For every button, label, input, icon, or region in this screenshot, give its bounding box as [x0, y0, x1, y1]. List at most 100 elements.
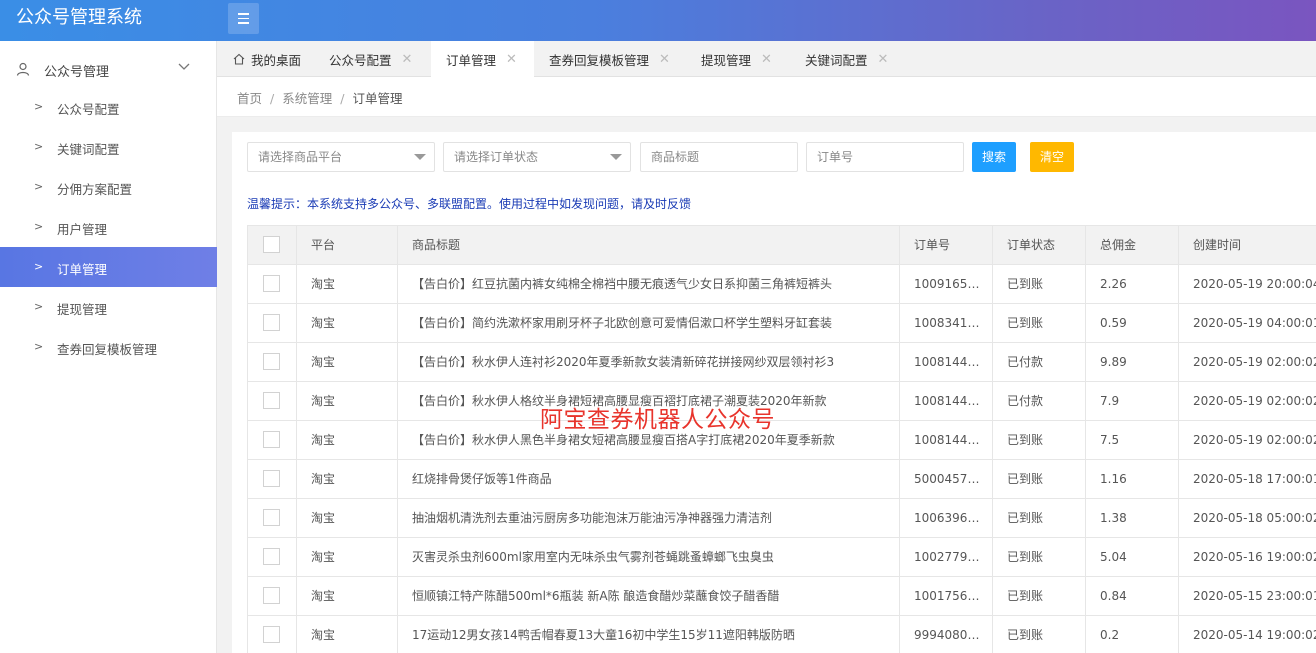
cell-created: 2020-05-19 02:00:02 [1193, 433, 1316, 447]
row-checkbox[interactable] [248, 577, 297, 616]
cell-order-no: 1008144… [900, 421, 993, 460]
user-icon [16, 62, 30, 76]
header-status: 订单状态 [993, 226, 1086, 265]
sidebar-item-label: 用户管理 [57, 222, 108, 237]
sidebar-item-withdraw-management[interactable]: > 提现管理 [0, 287, 217, 327]
table-row: 淘宝 【告白价】秋水伊人格纹半身裙短裙高腰显瘦百褶打底裙子潮夏装2020年新款 10… [248, 382, 1316, 421]
header-title: 商品标题 [398, 226, 900, 265]
tab-label: 订单管理 [446, 52, 497, 68]
row-checkbox[interactable] [248, 616, 297, 653]
table-row: 淘宝 【告白价】秋水伊人连衬衫2020年夏季新款女装清新碎花拼接网纱双层领衬衫3 1… [248, 343, 1316, 382]
tab-order-management[interactable]: 订单管理 ✕ [431, 41, 534, 77]
tab-bar: 我的桌面 公众号配置 ✕ 订单管理 ✕ 查券回复模板管理 ✕ 提现管理 ✕ 关键… [217, 41, 1316, 77]
sidebar-group-wechat-management[interactable]: 公众号管理 [0, 51, 217, 87]
row-checkbox[interactable] [248, 343, 297, 382]
cell-status: 已到账 [993, 421, 1086, 460]
cell-created: 2020-05-18 17:00:01 [1193, 472, 1316, 486]
cell-status: 已到账 [993, 499, 1086, 538]
tab-coupon-template[interactable]: 查券回复模板管理 ✕ [534, 41, 684, 77]
chevron-right-icon: > [34, 300, 44, 313]
row-checkbox[interactable] [248, 499, 297, 538]
row-checkbox[interactable] [248, 538, 297, 577]
caret-down-icon [610, 154, 622, 160]
cell-platform: 淘宝 [297, 538, 398, 577]
row-checkbox[interactable] [248, 460, 297, 499]
breadcrumb-system[interactable]: 系统管理 [282, 91, 332, 106]
tab-label: 关键词配置 [805, 52, 868, 68]
cell-order-no: 9994080… [900, 616, 993, 653]
menu-toggle-button[interactable] [228, 3, 259, 34]
status-select[interactable]: 请选择订单状态 [443, 142, 631, 172]
cell-commission: 1.16 [1086, 460, 1179, 499]
cell-platform: 淘宝 [297, 343, 398, 382]
row-checkbox[interactable] [248, 304, 297, 343]
breadcrumb-current: 订单管理 [352, 91, 403, 106]
tab-label: 公众号配置 [329, 52, 392, 68]
cell-title: 抽油烟机清洗剂去重油污厨房多功能泡沫万能油污净神器强力清洁剂 [398, 499, 900, 538]
cell-status: 已付款 [993, 382, 1086, 421]
row-checkbox[interactable] [248, 265, 297, 304]
cell-platform: 淘宝 [297, 577, 398, 616]
top-header: 公众号管理系统 [0, 0, 1316, 41]
header-order-no: 订单号 [900, 226, 993, 265]
cell-created: 2020-05-15 23:00:01 [1193, 589, 1316, 603]
cell-title: 【告白价】红豆抗菌内裤女纯棉全棉裆中腰无痕透气少女日系抑菌三角裤短裤头 [398, 265, 900, 304]
header-created: 创建时间 [1193, 238, 1242, 252]
table-row: 淘宝 抽油烟机清洗剂去重油污厨房多功能泡沫万能油污净神器强力清洁剂 1006396…… [248, 499, 1316, 538]
table-row: 淘宝 【告白价】秋水伊人黑色半身裙女短裙高腰显瘦百搭A字打底裙2020年夏季新款 1… [248, 421, 1316, 460]
sidebar-item-user-management[interactable]: > 用户管理 [0, 207, 217, 247]
close-icon[interactable]: ✕ [878, 52, 889, 67]
cell-status: 已到账 [993, 577, 1086, 616]
cell-commission: 9.89 [1086, 343, 1179, 382]
chevron-right-icon: > [34, 260, 44, 273]
cell-created: 2020-05-18 05:00:02 [1193, 511, 1316, 525]
sidebar-item-keyword-config[interactable]: > 关键词配置 [0, 127, 217, 167]
sidebar-item-commission-config[interactable]: > 分佣方案配置 [0, 167, 217, 207]
tab-label: 提现管理 [701, 52, 752, 68]
clear-button[interactable]: 清空 [1030, 142, 1074, 172]
close-icon[interactable]: ✕ [506, 52, 517, 67]
cell-commission: 7.5 [1086, 421, 1179, 460]
tab-withdraw-management[interactable]: 提现管理 ✕ [684, 41, 784, 77]
cell-platform: 淘宝 [297, 421, 398, 460]
cell-platform: 淘宝 [297, 304, 398, 343]
cell-status: 已到账 [993, 304, 1086, 343]
close-icon[interactable]: ✕ [402, 52, 413, 67]
row-checkbox[interactable] [248, 421, 297, 460]
cell-title: 17运动12男女孩14鸭舌帽春夏13大童16初中学生15岁11遮阳韩版防晒 [398, 616, 900, 653]
cell-title: 恒顺镇江特产陈醋500ml*6瓶装 新A陈 酿造食醋炒菜蘸食饺子醋香醋 [398, 577, 900, 616]
sidebar-item-wechat-config[interactable]: > 公众号配置 [0, 87, 217, 127]
row-checkbox[interactable] [248, 382, 297, 421]
order-number-input[interactable]: 订单号 [806, 142, 964, 172]
platform-select[interactable]: 请选择商品平台 [247, 142, 435, 172]
tab-wechat-config[interactable]: 公众号配置 ✕ [314, 41, 431, 77]
cell-commission: 0.84 [1086, 577, 1179, 616]
tab-keyword-config[interactable]: 关键词配置 ✕ [784, 41, 894, 77]
notice-text: 温馨提示：本系统支持多公众号、多联盟配置。使用过程中如发现问题，请及时反馈 [247, 197, 692, 211]
cell-order-no: 1006396… [900, 499, 993, 538]
cell-platform: 淘宝 [297, 265, 398, 304]
header-platform: 平台 [297, 226, 398, 265]
search-button[interactable]: 搜索 [972, 142, 1016, 172]
title-input[interactable]: 商品标题 [640, 142, 798, 172]
table-row: 淘宝 红烧排骨煲仔饭等1件商品 5000457… 已到账 1.16 2020-05-18 … [248, 460, 1316, 499]
cell-order-no: 1008144… [900, 343, 993, 382]
cell-commission: 0.2 [1086, 616, 1179, 653]
breadcrumb-home[interactable]: 首页 [237, 91, 262, 106]
sidebar-item-coupon-template[interactable]: > 查券回复模板管理 [0, 327, 217, 367]
cell-created: 2020-05-19 02:00:02 [1193, 355, 1316, 369]
table-row: 淘宝 17运动12男女孩14鸭舌帽春夏13大童16初中学生15岁11遮阳韩版防晒 9… [248, 616, 1316, 653]
select-all-checkbox[interactable] [248, 226, 297, 265]
close-icon[interactable]: ✕ [659, 52, 670, 67]
table-row: 淘宝 【告白价】红豆抗菌内裤女纯棉全棉裆中腰无痕透气少女日系抑菌三角裤短裤头 100… [248, 265, 1316, 304]
tab-my-desktop[interactable]: 我的桌面 [217, 41, 314, 77]
sidebar: 公众号管理 > 公众号配置 > 关键词配置 > 分佣方案配置 > 用户管理 > … [0, 41, 217, 653]
sidebar-group-label: 公众号管理 [44, 65, 110, 80]
table-row: 淘宝 灭害灵杀虫剂600ml家用室内无味杀虫气雾剂苍蝇跳蚤蟑螂飞虫臭虫 100277… [248, 538, 1316, 577]
close-icon[interactable]: ✕ [761, 52, 772, 67]
chevron-right-icon: > [34, 140, 44, 153]
cell-status: 已到账 [993, 460, 1086, 499]
cell-status: 已付款 [993, 343, 1086, 382]
sidebar-item-order-management[interactable]: > 订单管理 [0, 247, 217, 287]
cell-order-no: 1008144… [900, 382, 993, 421]
